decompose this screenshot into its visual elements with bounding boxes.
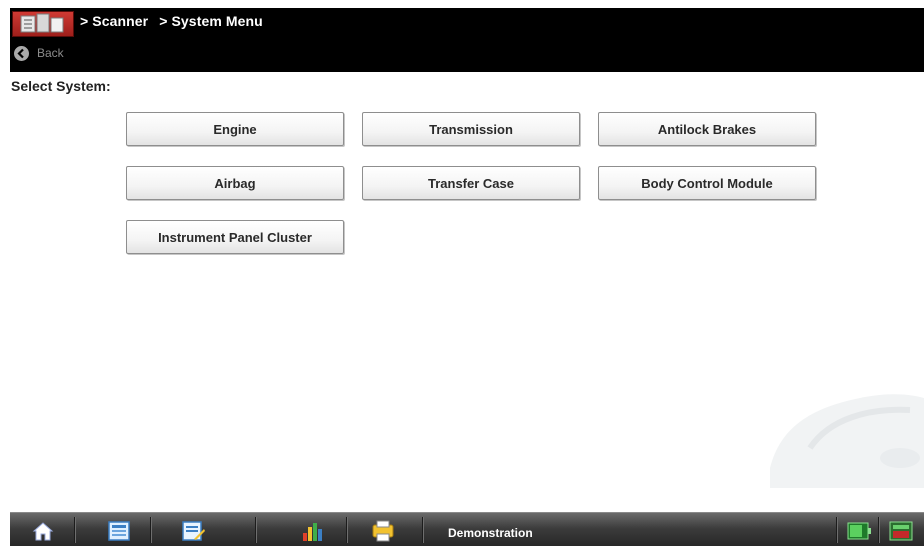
breadcrumb-scanner[interactable]: > Scanner	[80, 13, 148, 29]
top-bar: > Scanner > System Menu Back	[10, 8, 924, 72]
system-button-transfer-case[interactable]: Transfer Case	[362, 166, 580, 200]
system-button-instrument-panel-cluster[interactable]: Instrument Panel Cluster	[126, 220, 344, 254]
back-arrow-icon	[14, 45, 29, 61]
system-button-airbag[interactable]: Airbag	[126, 166, 344, 200]
taskbar-divider	[836, 517, 837, 543]
connection-icon[interactable]	[888, 519, 914, 543]
back-label: Back	[37, 46, 64, 60]
home-icon[interactable]	[30, 519, 56, 543]
system-button-engine[interactable]: Engine	[126, 112, 344, 146]
taskbar-divider	[878, 517, 879, 543]
system-button-body-control-module[interactable]: Body Control Module	[598, 166, 816, 200]
toolbar-icon[interactable]	[106, 519, 132, 543]
taskbar-divider	[74, 517, 75, 543]
data-icon[interactable]	[300, 519, 326, 543]
edit-list-icon[interactable]	[180, 519, 206, 543]
breadcrumb: > Scanner > System Menu	[80, 13, 270, 29]
taskbar-divider	[255, 517, 256, 543]
vehicle-watermark-icon	[770, 394, 924, 488]
taskbar-divider	[422, 517, 423, 543]
mode-status-label: Demonstration	[448, 526, 533, 540]
taskbar-divider	[150, 517, 151, 543]
app-frame: > Scanner > System Menu Back Select Syst…	[10, 8, 924, 546]
app-logo	[12, 11, 74, 37]
taskbar: Demonstration	[10, 512, 924, 546]
battery-icon[interactable]	[846, 519, 872, 543]
system-button-transmission[interactable]: Transmission	[362, 112, 580, 146]
taskbar-divider	[346, 517, 347, 543]
back-button[interactable]: Back	[14, 41, 64, 65]
select-system-label: Select System:	[11, 78, 111, 94]
breadcrumb-system-menu: > System Menu	[159, 13, 263, 29]
printer-icon[interactable]	[370, 519, 396, 543]
system-button-antilock-brakes[interactable]: Antilock Brakes	[598, 112, 816, 146]
